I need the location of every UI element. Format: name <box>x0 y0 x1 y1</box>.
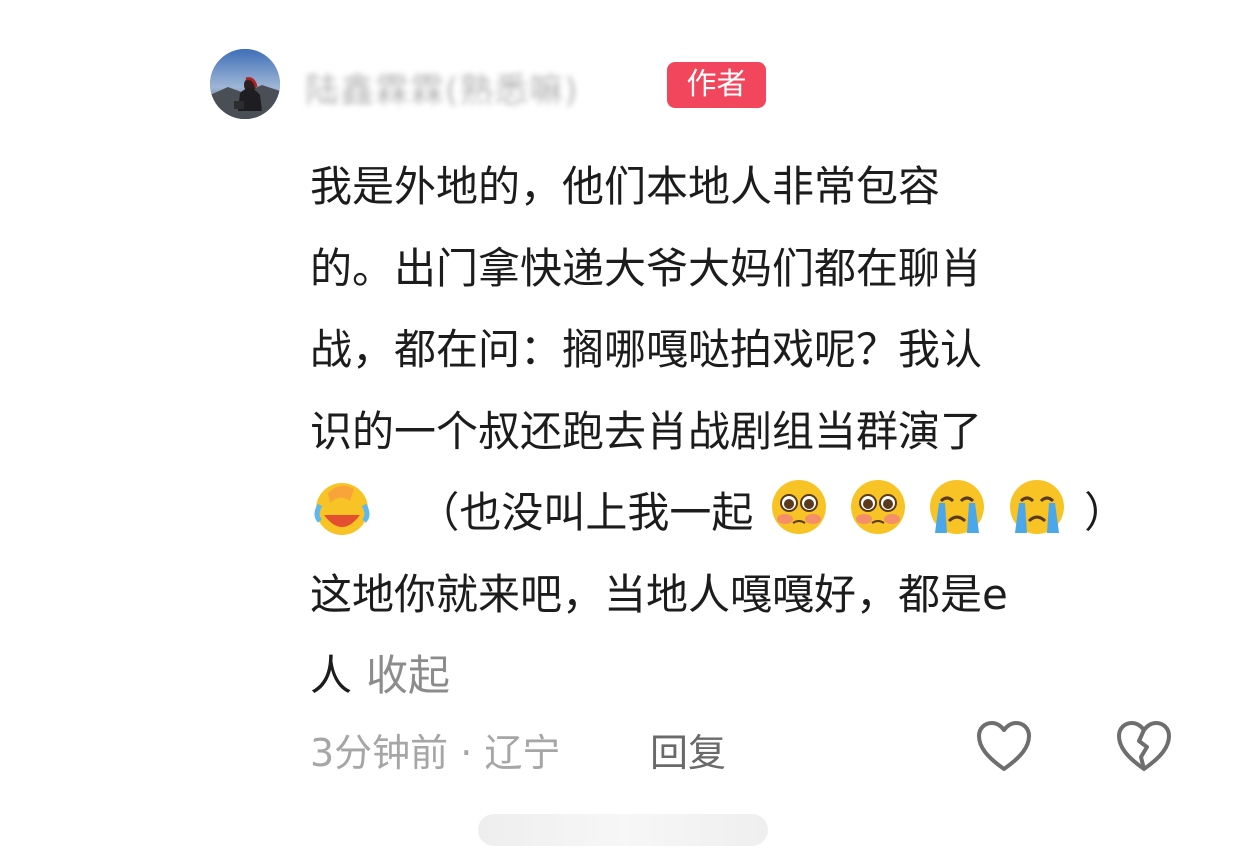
comment-line: 的。出门拿快递大爷大妈们都在聊肖 <box>310 243 983 293</box>
comment-line-last: 人收起 <box>310 635 1180 717</box>
comment-line: 战，都在问：搁哪嘎哒拍戏呢？我认 <box>310 325 983 374</box>
watermark <box>478 814 768 846</box>
comment-line-emoji: （也没叫上我一起 ） <box>310 472 1180 554</box>
comment-line: 识的一个叔还跑去肖战剧组当群演了 <box>310 406 983 456</box>
comment-line: 我是外地的，他们本地人非常包容 <box>310 162 941 211</box>
username[interactable]: 陆鑫霖霖(熟悉嘛) <box>305 66 579 111</box>
pleading-emoji <box>771 480 826 534</box>
crying-emoji <box>1009 480 1064 534</box>
avatar-image <box>210 49 280 119</box>
collapse-link[interactable]: 收起 <box>366 651 450 700</box>
broken-heart-icon <box>1117 721 1171 771</box>
comment-meta: 3分钟前 · 辽宁 <box>310 731 561 775</box>
like-button[interactable] <box>975 719 1033 773</box>
laugh-cry-emoji <box>314 483 370 535</box>
heart-icon <box>977 721 1031 771</box>
comment-text: 我是外地的，他们本地人非常包容 的。出门拿快递大爷大妈们都在聊肖 战，都在问：搁… <box>310 146 1180 717</box>
author-badge: 作者 <box>667 62 766 108</box>
dislike-button[interactable] <box>1115 719 1173 773</box>
comment-text-fragment: （也没叫上我一起 <box>417 488 754 537</box>
pleading-emoji <box>851 480 906 534</box>
comment-text-fragment: 人 <box>310 651 353 700</box>
crying-emoji <box>930 480 985 534</box>
reply-button[interactable]: 回复 <box>650 722 726 777</box>
avatar[interactable] <box>210 49 280 119</box>
comment-text-fragment: ） <box>1084 488 1127 537</box>
comment-line: 这地你就来吧，当地人嘎嘎好，都是e <box>310 569 1008 619</box>
